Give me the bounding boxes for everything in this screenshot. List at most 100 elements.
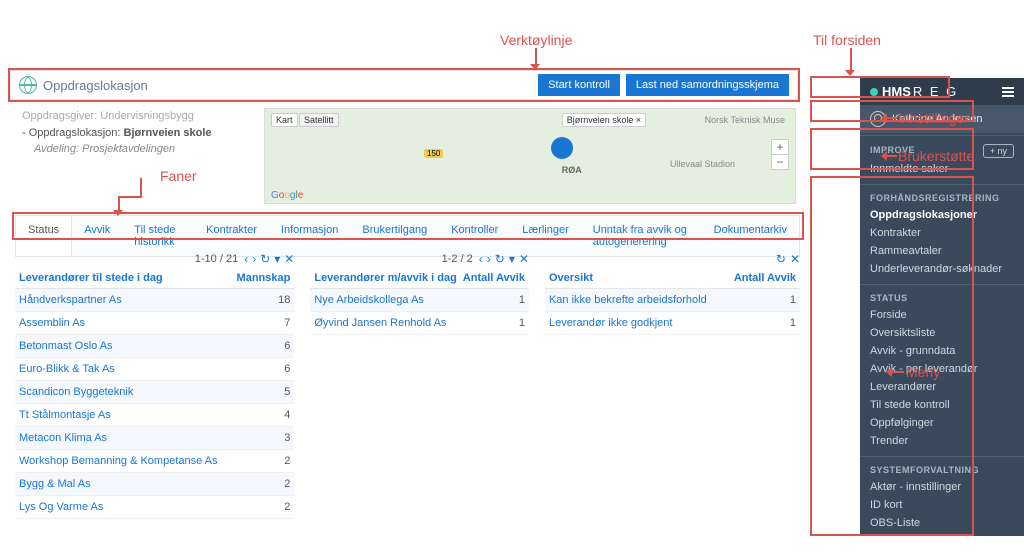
pager-count: 1-10 / 21 bbox=[195, 253, 238, 265]
cell-name: Scandicon Byggeteknik bbox=[19, 386, 133, 398]
info-oppdragsgiver: Oppdragsgiver: Undervisningsbygg bbox=[22, 108, 212, 125]
table-row[interactable]: Kan ikke bekrefte arbeidsforhold 1 bbox=[545, 289, 800, 312]
globe-icon bbox=[19, 76, 37, 94]
sidebar-item[interactable]: Til stede kontroll bbox=[870, 396, 1014, 414]
cell-name: Metacon Klima As bbox=[19, 432, 107, 444]
cell-value: 1 bbox=[519, 317, 525, 329]
section-title: STATUS bbox=[870, 293, 1014, 306]
close-icon[interactable]: ✕ bbox=[519, 252, 529, 266]
pager-next-icon[interactable]: › bbox=[487, 252, 491, 266]
table-row[interactable]: Lys Og Varme As2 bbox=[15, 496, 294, 519]
cell-name: Øyvind Jansen Renhold As bbox=[314, 317, 446, 329]
sidebar-item[interactable]: Oppdragslokasjoner bbox=[870, 206, 1014, 224]
pager-next-icon[interactable]: › bbox=[252, 252, 256, 266]
toolbar-title: Oppdragslokasjon bbox=[43, 78, 148, 93]
cell-name: Assemblin As bbox=[19, 317, 85, 329]
cell-name: Tt Stålmontasje As bbox=[19, 409, 111, 421]
filter-icon[interactable]: ▾ bbox=[509, 252, 515, 266]
sidebar-item[interactable]: Underleverandør-søknader bbox=[870, 260, 1014, 278]
google-logo: Google bbox=[271, 190, 303, 201]
cell-name: Euro-Blikk & Tak As bbox=[19, 363, 115, 375]
pager-prev-icon[interactable]: ‹ bbox=[244, 252, 248, 266]
pager-prev-icon[interactable]: ‹ bbox=[479, 252, 483, 266]
close-icon[interactable]: ✕ bbox=[790, 252, 800, 266]
cell-name: Håndverkspartner As bbox=[19, 294, 122, 306]
sidebar-item[interactable]: Kontrakter bbox=[870, 224, 1014, 242]
table-row[interactable]: Metacon Klima As 3 bbox=[15, 427, 294, 450]
annotation-til-forsiden: Til forsiden bbox=[813, 32, 881, 48]
tables-area: 1-10 / 21 ‹ › ↻ ▾ ✕ Leverandører til ste… bbox=[15, 248, 800, 519]
sidebar-item[interactable]: Oversiktsliste bbox=[870, 324, 1014, 342]
th-oversikt[interactable]: Oversikt bbox=[549, 272, 593, 284]
user-name: Kathrine Andersen bbox=[892, 113, 983, 125]
cell-value: 2 bbox=[284, 478, 290, 490]
cell-name: Betonmast Oslo As bbox=[19, 340, 113, 352]
map-pin-label: Bjørnveien skole × bbox=[562, 113, 646, 127]
user-profile[interactable]: Kathrine Andersen bbox=[860, 105, 1024, 133]
th-mannskap[interactable]: Mannskap bbox=[237, 272, 291, 284]
sidebar-item[interactable]: Forside bbox=[870, 306, 1014, 324]
table-row[interactable]: Euro-Blikk & Tak As6 bbox=[15, 358, 294, 381]
table-row[interactable]: Scandicon Byggeteknik 5 bbox=[15, 381, 294, 404]
ny-button[interactable]: + ny bbox=[983, 144, 1014, 158]
last-ned-skjema-button[interactable]: Last ned samordningsskjema bbox=[626, 74, 789, 96]
annotation-verktoylinje: Verktøylinje bbox=[500, 32, 572, 48]
cell-value: 1 bbox=[519, 294, 525, 306]
table-row[interactable]: Tt Stålmontasje As 4 bbox=[15, 404, 294, 427]
map-type-kart[interactable]: Kart bbox=[271, 113, 298, 127]
sidebar-item[interactable]: OBS-Liste bbox=[870, 514, 1014, 532]
th-leverandor-avvik[interactable]: Leverandører m/avvik i dag bbox=[314, 272, 456, 284]
zoom-in-icon[interactable]: + bbox=[772, 140, 788, 155]
filter-icon[interactable]: ▾ bbox=[274, 252, 280, 266]
table-row[interactable]: Bygg & Mal As2 bbox=[15, 473, 294, 496]
section-title-improve: IMPROVE bbox=[870, 145, 915, 158]
brand-dot-icon bbox=[870, 88, 878, 96]
map-zoom-controls[interactable]: +− bbox=[771, 139, 789, 170]
sidebar-item[interactable]: Avvik - per leverandør bbox=[870, 360, 1014, 378]
cell-value: 6 bbox=[284, 340, 290, 352]
info-avdeling: Avdeling: Prosjektavdelingen bbox=[34, 141, 212, 158]
table-leverandorer-avvik: 1-2 / 2 ‹ › ↻ ▾ ✕ Leverandører m/avvik i… bbox=[310, 248, 529, 519]
hamburger-icon[interactable] bbox=[1002, 87, 1014, 97]
refresh-icon[interactable]: ↻ bbox=[495, 252, 505, 266]
th-leverandor[interactable]: Leverandører til stede i dag bbox=[19, 272, 163, 284]
refresh-icon[interactable]: ↻ bbox=[260, 252, 270, 266]
map-poi-ullevaal: Ullevaal Stadion bbox=[670, 159, 735, 169]
cell-value: 4 bbox=[284, 409, 290, 421]
section-title: FORHÅNDSREGISTRERING bbox=[870, 193, 1014, 206]
start-kontroll-button[interactable]: Start kontroll bbox=[538, 74, 620, 96]
sidebar-item[interactable]: ID kort bbox=[870, 496, 1014, 514]
annotation-faner: Faner bbox=[160, 168, 197, 184]
table-row[interactable]: Øyvind Jansen Renhold As 1 bbox=[310, 312, 529, 335]
sidebar-item-innmeldte[interactable]: Innmeldte saker bbox=[870, 160, 1014, 178]
table-row[interactable]: Workshop Bemanning & Kompetanse As2 bbox=[15, 450, 294, 473]
zoom-out-icon[interactable]: − bbox=[772, 155, 788, 169]
map-area-roa: RØA bbox=[562, 165, 582, 175]
sidebar-item[interactable]: Avvik - grunndata bbox=[870, 342, 1014, 360]
table-row[interactable]: Leverandør ikke godkjent1 bbox=[545, 312, 800, 335]
close-icon[interactable]: ✕ bbox=[284, 252, 294, 266]
cell-value: 3 bbox=[284, 432, 290, 444]
table-row[interactable]: Betonmast Oslo As 6 bbox=[15, 335, 294, 358]
cell-value: 1 bbox=[790, 294, 796, 306]
cell-value: 5 bbox=[284, 386, 290, 398]
th-antall-avvik[interactable]: Antall Avvik bbox=[463, 272, 525, 284]
cell-name: Leverandør ikke godkjent bbox=[549, 317, 673, 329]
map-poi-norsk: Norsk Teknisk Muse bbox=[705, 115, 785, 125]
table-leverandorer-tilstede: 1-10 / 21 ‹ › ↻ ▾ ✕ Leverandører til ste… bbox=[15, 248, 294, 519]
sidebar-item[interactable]: Leverandører bbox=[870, 378, 1014, 396]
th-antall-avvik[interactable]: Antall Avvik bbox=[734, 272, 796, 284]
map-type-satellitt[interactable]: Satellitt bbox=[299, 113, 339, 127]
table-row[interactable]: Assemblin As7 bbox=[15, 312, 294, 335]
refresh-icon[interactable]: ↻ bbox=[776, 252, 786, 266]
sidebar-item[interactable]: Oppfølginger bbox=[870, 414, 1014, 432]
cell-value: 2 bbox=[284, 455, 290, 467]
table-row[interactable]: Nye Arbeidskollega As1 bbox=[310, 289, 529, 312]
table-row[interactable]: Håndverkspartner As18 bbox=[15, 289, 294, 312]
sidebar-item[interactable]: Rammeavtaler bbox=[870, 242, 1014, 260]
sidebar-item[interactable]: Aktør - innstillinger bbox=[870, 478, 1014, 496]
brand-link[interactable]: HMSR E G bbox=[860, 78, 1024, 105]
map[interactable]: Kart Satellitt Bjørnveien skole × Ulleva… bbox=[264, 108, 796, 204]
cell-name: Kan ikke bekrefte arbeidsforhold bbox=[549, 294, 707, 306]
sidebar-item[interactable]: Trender bbox=[870, 432, 1014, 450]
